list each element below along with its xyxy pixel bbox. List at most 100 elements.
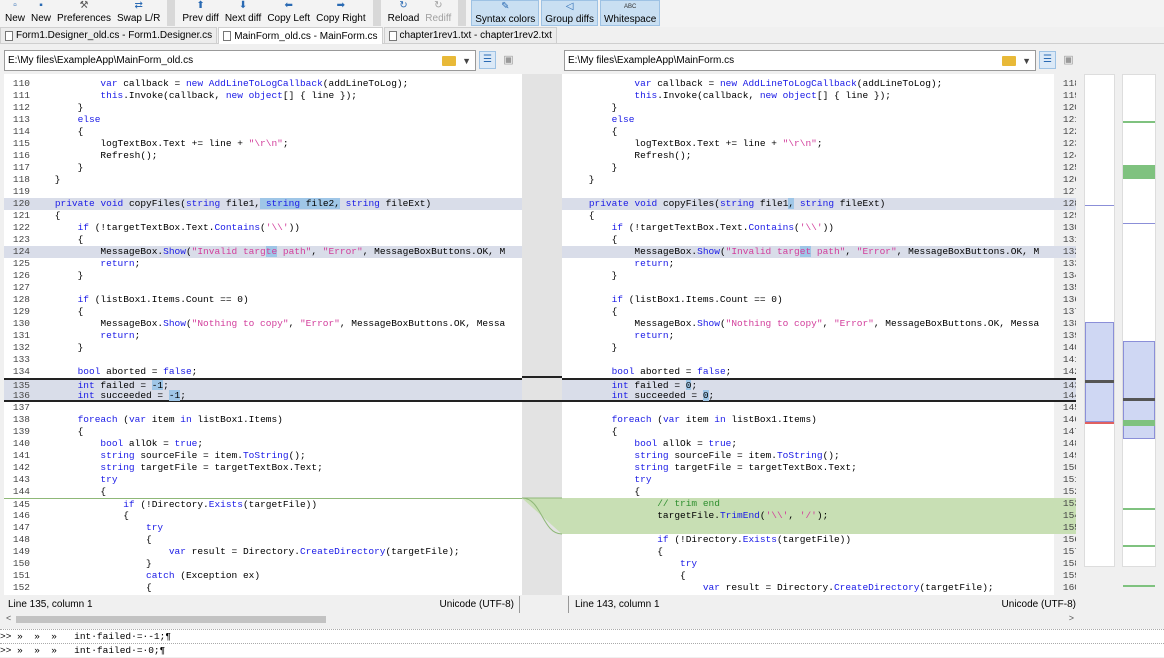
whitespace-icon: ABC <box>623 4 637 10</box>
line-detail-left: >> » » » int·failed·=·-1;¶ <box>0 629 1164 643</box>
code-line: 146 foreach (var item in listBox1.Items) <box>562 414 1076 426</box>
folder-icon[interactable] <box>442 55 457 66</box>
line-text: try <box>634 474 652 485</box>
line-text: private void copyFiles(string file1, str… <box>54 198 432 209</box>
line-number: 144 <box>12 486 30 497</box>
line-number: 142 <box>1062 366 1076 377</box>
code-line: 143 try <box>4 474 522 486</box>
folder-icon[interactable] <box>1002 55 1017 66</box>
new-file-icon: ▫ <box>13 0 17 11</box>
save-icon[interactable]: ▣ <box>1060 51 1077 69</box>
line-number: 148 <box>1062 438 1076 449</box>
line-number: 151 <box>12 570 30 581</box>
tab-form1-designer[interactable]: Form1.Designer_old.cs - Form1.Designer.c… <box>0 27 218 43</box>
copy-right-button[interactable]: ➡ Copy Right <box>313 0 368 26</box>
chevron-down-icon[interactable]: ▼ <box>462 56 471 66</box>
line-text: { <box>566 426 618 437</box>
line-numbers-icon[interactable]: ☰ <box>479 51 496 69</box>
line-number: 137 <box>1062 306 1076 317</box>
line-number: 120 <box>12 198 30 209</box>
new-button[interactable]: ▫ New <box>2 0 28 26</box>
right-editor[interactable]: 118 var callback = new AddLineToLogCallb… <box>562 74 1076 595</box>
line-text: Refresh(); <box>566 150 692 161</box>
line-number: 145 <box>1062 402 1076 413</box>
prev-diff-button[interactable]: ⬆ Prev diff <box>179 0 222 26</box>
code-line: 147 { <box>562 426 1076 438</box>
code-line: 143 int failed = 0; <box>562 378 1076 391</box>
code-line: 134 bool aborted = false; <box>4 366 522 378</box>
line-number: 127 <box>1062 186 1076 197</box>
line-number: 156 <box>1062 534 1076 545</box>
left-editor[interactable]: 110 var callback = new AddLineToLogCallb… <box>4 74 522 595</box>
line-text: try <box>146 522 164 533</box>
line-number: 151 <box>1062 474 1076 485</box>
save-icon[interactable]: ▣ <box>500 51 517 69</box>
code-line: 111 this.Invoke(callback, new object[] {… <box>4 90 522 102</box>
line-numbers-icon[interactable]: ☰ <box>1039 51 1056 69</box>
arrow-down-icon: ⬇ <box>238 0 248 11</box>
scrollbar-thumb[interactable] <box>16 616 326 623</box>
group-diffs-toggle[interactable]: ◁ Group diffs <box>541 0 599 26</box>
line-number: 123 <box>12 234 30 245</box>
line-text: } <box>32 162 84 173</box>
preferences-button[interactable]: ⚒ Preferences <box>54 0 114 26</box>
line-number: 139 <box>12 426 30 437</box>
code-line: 132 } <box>4 342 522 354</box>
line-text: { <box>566 546 663 557</box>
new-folder-icon: ▪ <box>39 0 43 11</box>
code-line: 160 var result = Directory.CreateDirecto… <box>562 582 1076 594</box>
scroll-right-icon[interactable]: > <box>1069 613 1074 623</box>
line-text: { <box>566 126 618 137</box>
chevron-down-icon[interactable]: ▼ <box>1022 56 1031 66</box>
code-line: 139 return; <box>562 330 1076 342</box>
line-text: string targetFile = targetTextBox.Text; <box>634 462 857 473</box>
code-line: 136 if (listBox1.Items.Count == 0) <box>562 294 1076 306</box>
right-path-field[interactable]: E:\My files\ExampleApp\MainForm.cs ▼ <box>564 50 1036 71</box>
right-overview-bar[interactable] <box>1122 74 1156 587</box>
syntax-colors-toggle[interactable]: ✎ Syntax colors <box>471 0 540 26</box>
line-text: } <box>32 270 84 281</box>
line-number: 122 <box>12 222 30 233</box>
line-text: } <box>32 558 152 569</box>
code-line: 150 } <box>4 558 522 570</box>
line-text: { <box>566 306 618 317</box>
rediff-button[interactable]: ↻ Rediff <box>422 0 454 26</box>
line-number: 157 <box>1062 546 1076 557</box>
code-line: 158 try <box>562 558 1076 570</box>
swap-button[interactable]: ⇄ Swap L/R <box>114 0 163 26</box>
line-number: 129 <box>12 306 30 317</box>
line-text: try <box>680 558 698 569</box>
reload-button[interactable]: ↻ Reload <box>385 0 423 26</box>
code-line: 129 { <box>4 306 522 318</box>
next-diff-button[interactable]: ⬇ Next diff <box>222 0 265 26</box>
line-number: 148 <box>12 534 30 545</box>
right-status-bar: Line 143, column 1 Unicode (UTF-8) <box>568 596 1076 614</box>
code-line: 142 string targetFile = targetTextBox.Te… <box>4 462 522 474</box>
line-text: { <box>32 210 61 221</box>
copy-left-button[interactable]: ⬅ Copy Left <box>264 0 313 26</box>
file-icon <box>388 30 397 41</box>
line-number: 150 <box>12 558 30 569</box>
arrow-right-icon: ➡ <box>336 0 346 11</box>
code-line: 151 try <box>562 474 1076 486</box>
line-text: { <box>32 534 152 545</box>
tab-chapter1[interactable]: chapter1rev1.txt - chapter1rev2.txt <box>383 27 557 43</box>
line-text: string targetFile = targetTextBox.Text; <box>100 462 323 473</box>
line-number: 138 <box>1062 318 1076 329</box>
tab-mainform[interactable]: MainForm_old.cs - MainForm.cs <box>218 27 383 44</box>
file-icon <box>5 30 13 41</box>
whitespace-toggle[interactable]: ABC Whitespace <box>600 0 661 26</box>
scroll-left-icon[interactable]: < <box>6 613 11 623</box>
left-overview-bar[interactable] <box>1084 74 1115 567</box>
line-number: 113 <box>12 114 30 125</box>
code-line: 130 MessageBox.Show("Nothing to copy", "… <box>4 318 522 330</box>
line-number: 130 <box>1062 222 1076 233</box>
line-text: targetFile.TrimEnd('\\', '/'); <box>566 510 829 521</box>
line-number: 126 <box>1062 174 1076 185</box>
left-path-field[interactable]: E:\My files\ExampleApp\MainForm_old.cs ▼ <box>4 50 476 71</box>
code-line: 110 var callback = new AddLineToLogCallb… <box>4 78 522 90</box>
horizontal-scrollbar[interactable]: < > <box>4 613 1076 626</box>
new-folder-button[interactable]: ▪ New <box>28 0 54 26</box>
toolbar: ▫ New ▪ New ⚒ Preferences ⇄ Swap L/R ⬆ Prev d… <box>0 0 1164 27</box>
line-number: 136 <box>12 390 30 401</box>
